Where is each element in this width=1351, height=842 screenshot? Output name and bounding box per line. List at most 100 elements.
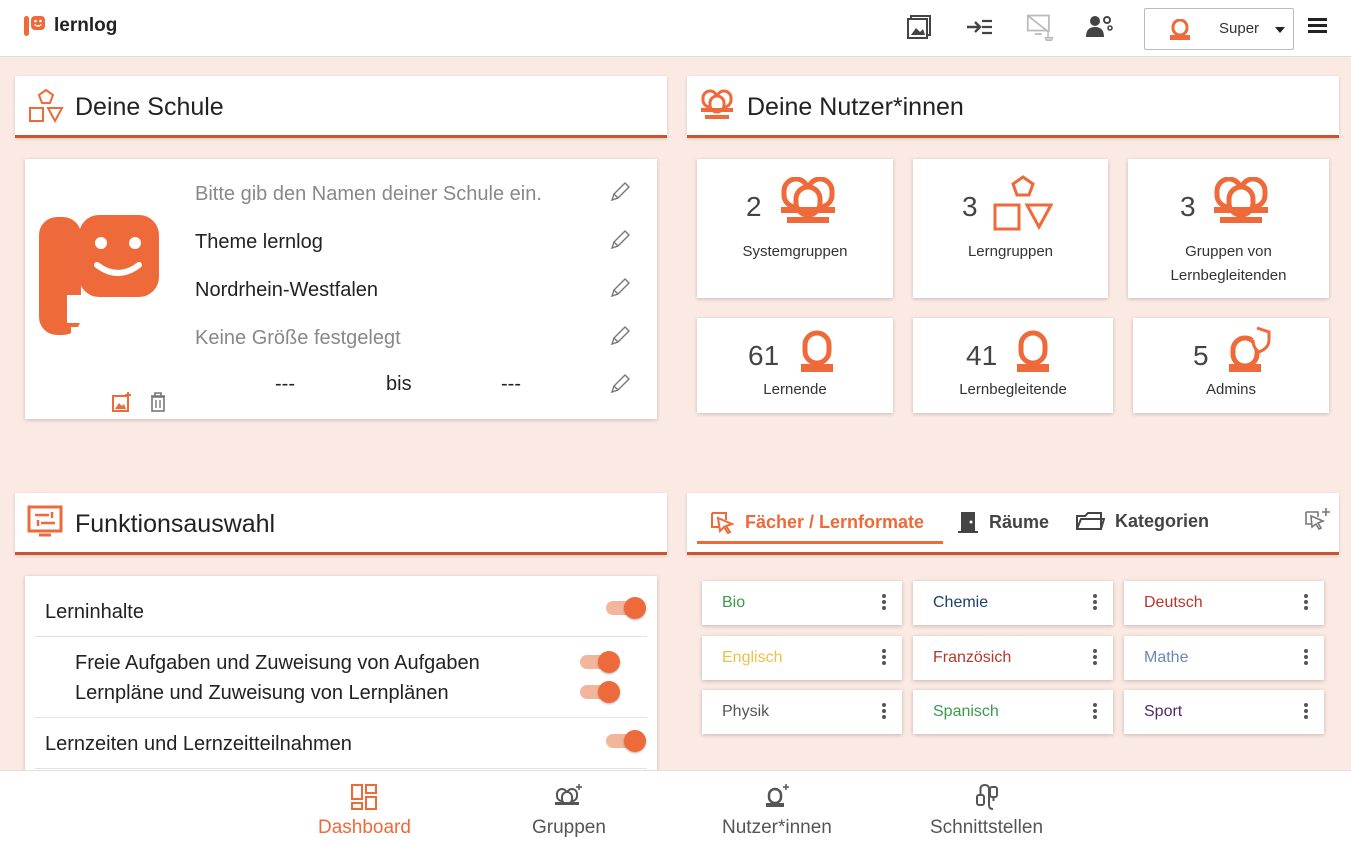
more-vertical-icon[interactable] (882, 703, 886, 721)
user-select[interactable]: Super (1144, 8, 1294, 50)
shapes-icon (27, 88, 65, 124)
functions-section-title: Funktionsauswahl (75, 510, 276, 538)
nav-nutzerinnen[interactable]: Nutzer*innen (722, 783, 832, 839)
hamburger-menu-icon[interactable] (1308, 18, 1330, 38)
lernlog-logo-icon (24, 16, 45, 36)
grade-range-separator: bis (386, 373, 412, 395)
divider (35, 717, 647, 718)
school-theme-field[interactable]: Theme lernlog (195, 231, 323, 254)
more-vertical-icon[interactable] (1304, 594, 1308, 612)
user-group-icon (699, 88, 735, 122)
subject-card[interactable]: Französich (913, 636, 1113, 680)
school-state-field[interactable]: Nordrhein-Westfalen (195, 279, 378, 302)
monitor-settings-icon (27, 505, 63, 539)
subject-card[interactable]: Englisch (702, 636, 902, 680)
user-avatar-icon (1169, 19, 1191, 41)
more-vertical-icon[interactable] (1093, 594, 1097, 612)
school-name-field[interactable]: Bitte gib den Namen deiner Schule ein. (195, 183, 542, 206)
tile-label: Lerngruppen (967, 243, 1054, 260)
subject-cursor-icon (709, 510, 735, 534)
more-vertical-icon[interactable] (882, 649, 886, 667)
function-item-label: Freie Aufgaben und Zuweisung von Aufgabe… (75, 652, 480, 674)
user-group-icon (779, 177, 837, 227)
subject-card[interactable]: Sport (1124, 690, 1324, 734)
nav-dashboard[interactable]: Dashboard (318, 783, 411, 839)
tab-label: Fächer / Lernformate (745, 511, 925, 532)
app-logo[interactable]: lernlog (24, 14, 117, 38)
tile-lernbegleitende[interactable]: 41 Lernbegleitende (913, 318, 1113, 413)
more-vertical-icon[interactable] (1093, 649, 1097, 667)
grade-range-from[interactable]: --- (275, 373, 295, 396)
subjects-tabbar: Fächer / Lernformate Räume Kategorien (687, 493, 1339, 555)
function-toggle[interactable] (580, 681, 620, 703)
user-name: Super (1219, 20, 1260, 37)
nav-schnittstellen[interactable]: Schnittstellen (930, 783, 1043, 839)
subject-card[interactable]: Chemie (913, 581, 1113, 625)
more-vertical-icon[interactable] (882, 594, 886, 612)
subject-card[interactable]: Bio (702, 581, 902, 625)
tab-raeume[interactable]: Räume (957, 510, 1049, 534)
bottom-navigation: Dashboard Gruppen Nutzer*innen Schnittst… (0, 770, 1351, 842)
subject-name: Physik (722, 703, 770, 720)
door-icon (957, 510, 979, 534)
subject-card[interactable]: Deutsch (1124, 581, 1324, 625)
function-toggle[interactable] (606, 730, 646, 752)
subject-card[interactable]: Physik (702, 690, 902, 734)
subject-name: Englisch (722, 649, 783, 666)
add-image-icon[interactable] (111, 391, 133, 413)
tile-lerngruppen[interactable]: 3 Lerngruppen (913, 159, 1108, 298)
logo-actions (111, 391, 167, 413)
school-card: Bitte gib den Namen deiner Schule ein. T… (25, 159, 657, 419)
nav-label: Schnittstellen (930, 817, 1044, 838)
grade-range-to[interactable]: --- (501, 373, 521, 396)
delete-trash-icon[interactable] (149, 391, 167, 413)
tile-lernende[interactable]: 61 Lernende (697, 318, 893, 413)
school-size-field[interactable]: Keine Größe festgelegt (195, 327, 401, 350)
admin-users-icon[interactable] (1084, 12, 1114, 42)
tile-count: 3 (962, 191, 978, 222)
tile-count: 61 (748, 340, 780, 371)
functions-section-header: Funktionsauswahl (15, 493, 667, 555)
subject-name: Französich (933, 649, 1012, 666)
tab-label: Räume (989, 511, 1050, 532)
function-toggle[interactable] (580, 651, 620, 673)
shapes-icon (993, 175, 1053, 233)
screen-disabled-icon[interactable] (1026, 12, 1056, 42)
nav-label: Nutzer*innen (722, 817, 832, 838)
tab-kategorien[interactable]: Kategorien (1075, 510, 1209, 532)
tile-systemgruppen[interactable]: 2 Systemgruppen (697, 159, 893, 298)
user-group-icon (1212, 177, 1270, 227)
active-tab-indicator (697, 541, 943, 544)
edit-pencil-icon[interactable] (609, 325, 631, 347)
subject-card[interactable]: Mathe (1124, 636, 1324, 680)
tile-label: Gruppen von Lernbegleitenden (1170, 243, 1287, 284)
tab-faecher[interactable]: Fächer / Lernformate (709, 510, 924, 534)
edit-pencil-icon[interactable] (609, 277, 631, 299)
dashboard-icon (350, 783, 378, 811)
edit-pencil-icon[interactable] (609, 373, 631, 395)
tile-gruppen-lernbegleitende[interactable]: 3 Gruppen von Lernbegleitenden (1128, 159, 1329, 298)
tile-count: 41 (966, 340, 998, 371)
add-subject-icon[interactable] (1303, 507, 1331, 533)
users-section-header: Deine Nutzer*innen (687, 76, 1339, 138)
nav-label: Gruppen (532, 817, 606, 838)
gallery-icon[interactable] (904, 12, 934, 42)
more-vertical-icon[interactable] (1093, 703, 1097, 721)
plug-connector-icon (973, 783, 1001, 811)
tile-label: Lernbegleitende (959, 381, 1067, 398)
edit-pencil-icon[interactable] (609, 229, 631, 251)
function-item-label: Lerninhalte (45, 601, 144, 623)
tile-admins[interactable]: 5 Admins (1133, 318, 1329, 413)
tile-label: Systemgruppen (742, 243, 848, 260)
school-section-header: Deine Schule (15, 76, 667, 138)
tile-count: 3 (1180, 191, 1196, 222)
more-vertical-icon[interactable] (1304, 649, 1308, 667)
subject-card[interactable]: Spanisch (913, 690, 1113, 734)
divider (35, 636, 647, 637)
login-arrow-icon[interactable] (964, 12, 994, 42)
function-toggle[interactable] (606, 597, 646, 619)
subject-name: Chemie (933, 594, 989, 611)
edit-pencil-icon[interactable] (609, 181, 631, 203)
nav-gruppen[interactable]: Gruppen (532, 783, 606, 839)
more-vertical-icon[interactable] (1304, 703, 1308, 721)
